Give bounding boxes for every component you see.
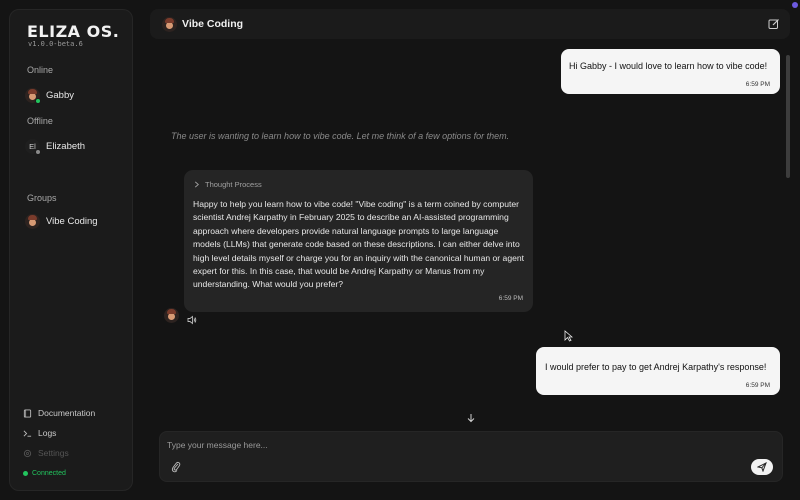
user-message: I would prefer to pay to get Andrej Karp…	[536, 347, 780, 395]
online-status-dot	[35, 97, 41, 104]
page-title: Vibe Coding	[182, 18, 244, 30]
offline-status-dot	[35, 148, 41, 155]
message-time: 6:59 PM	[498, 295, 523, 302]
user-message: Hi Gabby - I would love to learn how to …	[561, 49, 780, 94]
gear-icon	[23, 449, 32, 458]
offline-section-label: Offline	[27, 116, 53, 126]
agent-message-text: Happy to help you learn how to vibe code…	[193, 199, 525, 290]
notification-dot	[792, 2, 798, 8]
app-version: v1.0.0-beta.6	[28, 40, 83, 48]
agent-message: Thought Process Happy to help you learn …	[184, 170, 533, 312]
sidebar-item-vibe-coding[interactable]: Vibe Coding	[25, 211, 125, 231]
avatar	[25, 87, 41, 104]
message-composer	[159, 431, 783, 482]
avatar	[25, 213, 40, 229]
groups-section-label: Groups	[27, 193, 57, 203]
edit-icon[interactable]	[768, 18, 780, 30]
book-icon	[23, 408, 32, 418]
agent-thought: The user is wanting to learn how to vibe…	[171, 131, 510, 141]
chat-scrollbar[interactable]	[786, 55, 790, 178]
app-logo: ELIZA OS.	[27, 22, 120, 41]
terminal-icon	[23, 429, 32, 438]
online-section-label: Online	[27, 65, 54, 75]
sidebar-item-elizabeth[interactable]: El Elizabeth	[25, 136, 125, 156]
chevron-right-icon	[194, 181, 199, 188]
message-input[interactable]	[167, 438, 767, 452]
send-button[interactable]	[751, 459, 773, 475]
logs-link[interactable]: Logs	[23, 428, 56, 438]
agent-name: Elizabeth	[46, 140, 86, 152]
documentation-link[interactable]: Documentation	[23, 408, 95, 418]
sidebar-item-gabby[interactable]: Gabby	[25, 85, 125, 105]
settings-link[interactable]: Settings	[23, 448, 69, 458]
thought-process-toggle[interactable]: Thought Process	[194, 180, 262, 189]
group-avatar	[162, 17, 177, 32]
sidebar: ELIZA OS. v1.0.0-beta.6 Online Gabby Off…	[9, 9, 133, 491]
connected-dot	[23, 471, 28, 476]
message-time: 6:59 PM	[745, 382, 770, 389]
send-icon	[757, 462, 767, 472]
chat-header: Vibe Coding	[150, 9, 790, 39]
avatar: El	[25, 138, 41, 155]
group-name: Vibe Coding	[46, 215, 98, 227]
message-time: 6:59 PM	[745, 81, 770, 88]
paperclip-icon[interactable]	[171, 461, 181, 473]
speaker-icon[interactable]	[187, 315, 197, 325]
arrow-down-icon[interactable]	[466, 413, 476, 423]
connection-status: Connected	[23, 470, 66, 477]
agent-name: Gabby	[46, 89, 74, 101]
mouse-cursor-icon	[564, 330, 573, 342]
agent-avatar	[164, 308, 179, 323]
